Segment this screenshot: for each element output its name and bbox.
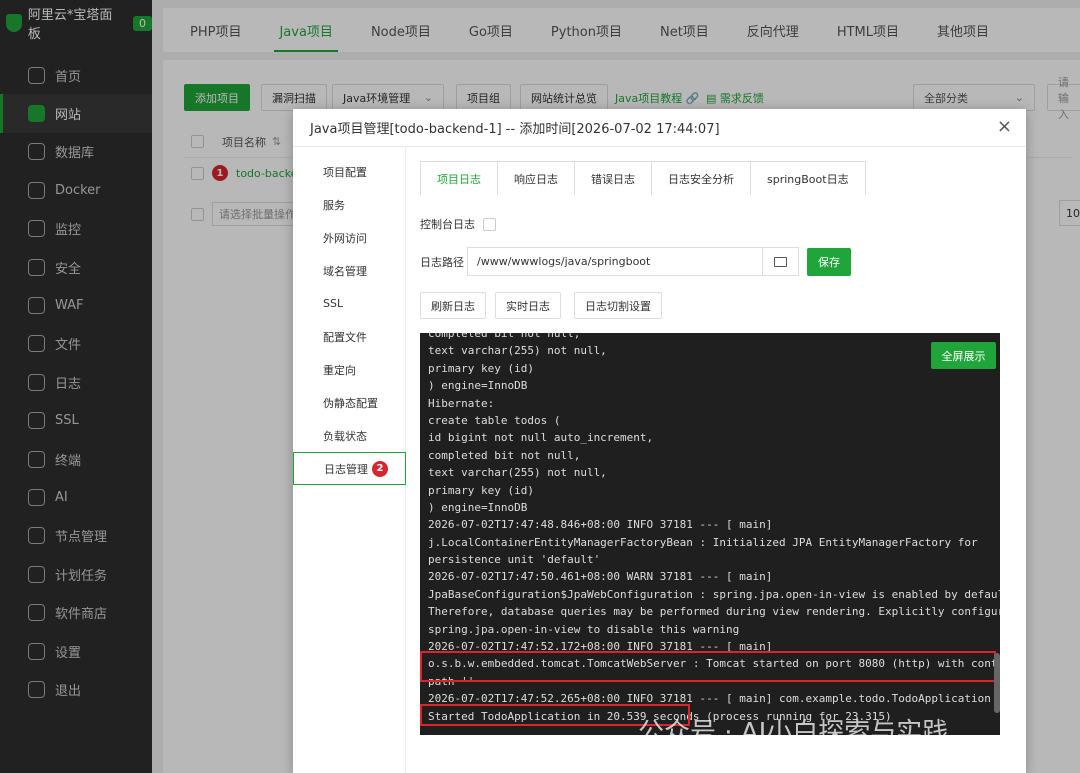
log-tabs: 项目日志 响应日志 错误日志 日志安全分析 springBoot日志 [420,161,866,195]
log-tab-4[interactable]: springBoot日志 [750,161,866,195]
modal-menu-label: 日志管理 [324,462,368,476]
fullscreen-button[interactable]: 全屏展示 [931,342,996,369]
modal-menu-label: 配置文件 [323,330,367,344]
log-line: 2026-07-02T17:47:48.846+08:00 INFO 37181… [428,518,773,532]
log-line: ) engine=InnoDB [428,379,528,393]
log-tab-1[interactable]: 响应日志 [497,161,575,195]
log-output[interactable]: completed bit not null, text varchar(255)… [420,333,1000,735]
log-line: j.LocalContainerEntityManagerFactoryBean… [428,535,978,549]
log-line: persistence unit 'default' [428,553,601,567]
java-project-modal: Java项目管理[todo-backend-1] -- 添加时间[2026-07… [293,109,1026,773]
modal-menu-label: 负载状态 [323,429,367,443]
modal-menu-item-7[interactable]: 伪静态配置 [293,386,405,419]
modal-menu-item-6[interactable]: 重定向 [293,353,405,386]
log-line: text varchar(255) not null, [428,466,607,480]
log-path-input[interactable]: /www/wwwlogs/java/springboot [467,247,763,276]
step-marker-2: 2 [372,460,388,477]
modal-main: 项目日志 响应日志 错误日志 日志安全分析 springBoot日志 控制台日志 日志路… [406,147,1026,773]
log-line: spring.jpa.open-in-view to disable this … [428,622,740,636]
console-log-row: 控制台日志 [420,216,496,232]
modal-menu-item-5[interactable]: 配置文件 [293,320,405,353]
log-rotate-settings-button[interactable]: 日志切割设置 [574,292,662,319]
modal-menu-label: 项目配置 [323,165,367,179]
realtime-log-button[interactable]: 实时日志 [495,292,561,319]
log-line: primary key (id) [428,361,534,375]
modal-header: Java项目管理[todo-backend-1] -- 添加时间[2026-07… [293,109,1026,147]
log-line: id bigint not null auto_increment, [428,431,654,445]
log-tab-0[interactable]: 项目日志 [420,161,498,195]
log-line: completed bit not null, [428,333,581,340]
modal-menu-label: 重定向 [323,363,356,377]
save-button[interactable]: 保存 [807,248,851,276]
watermark: 公众号 · AI小白探索与实践 [638,718,949,748]
modal-menu-item-9[interactable]: 日志管理 2 [293,452,406,485]
log-line: ) engine=InnoDB [428,500,528,514]
modal-menu-item-0[interactable]: 项目配置 [293,155,405,188]
modal-title: Java项目管理[todo-backend-1] -- 添加时间[2026-07… [310,122,720,137]
close-icon[interactable]: × [997,118,1012,136]
modal-menu-label: 域名管理 [323,264,367,278]
log-path-label: 日志路径 [420,256,464,269]
modal-menu-item-3[interactable]: 域名管理 [293,254,405,287]
console-log-checkbox[interactable] [483,217,496,231]
log-line: text varchar(255) not null, [428,344,607,358]
modal-menu-label: SSL [323,297,344,310]
highlight-tomcat-started [420,651,996,682]
modal-menu-label: 伪静态配置 [323,396,378,410]
folder-icon [774,256,787,267]
modal-menu-item-8[interactable]: 负载状态 [293,419,405,452]
log-line: Hibernate: [428,396,495,410]
modal-menu-label: 外网访问 [323,231,367,245]
log-tab-2[interactable]: 错误日志 [574,161,652,195]
log-line: completed bit not null, [428,448,581,462]
modal-menu-item-2[interactable]: 外网访问 [293,221,405,254]
log-line: 2026-07-02T17:47:50.461+08:00 WARN 37181… [428,570,773,584]
refresh-log-button[interactable]: 刷新日志 [420,292,486,319]
modal-side-menu: 项目配置服务外网访问域名管理 SSL 配置文件重定向伪静态配置负载状态日志管理 2 [293,147,406,773]
log-line: Therefore, database queries may be perfo… [428,605,1000,619]
log-line: JpaBaseConfiguration$JpaWebConfiguration… [428,587,1000,601]
log-tab-3[interactable]: 日志安全分析 [651,161,751,195]
log-scrollbar[interactable] [994,653,1000,713]
folder-picker-button[interactable] [763,247,799,276]
modal-menu-item-1[interactable]: 服务 [293,188,405,221]
modal-menu-item-4[interactable]: SSL [293,287,405,320]
log-line: create table todos ( [428,413,561,427]
modal-menu-label: 服务 [323,198,345,212]
log-line: primary key (id) [428,483,534,497]
console-log-label: 控制台日志 [420,218,475,231]
